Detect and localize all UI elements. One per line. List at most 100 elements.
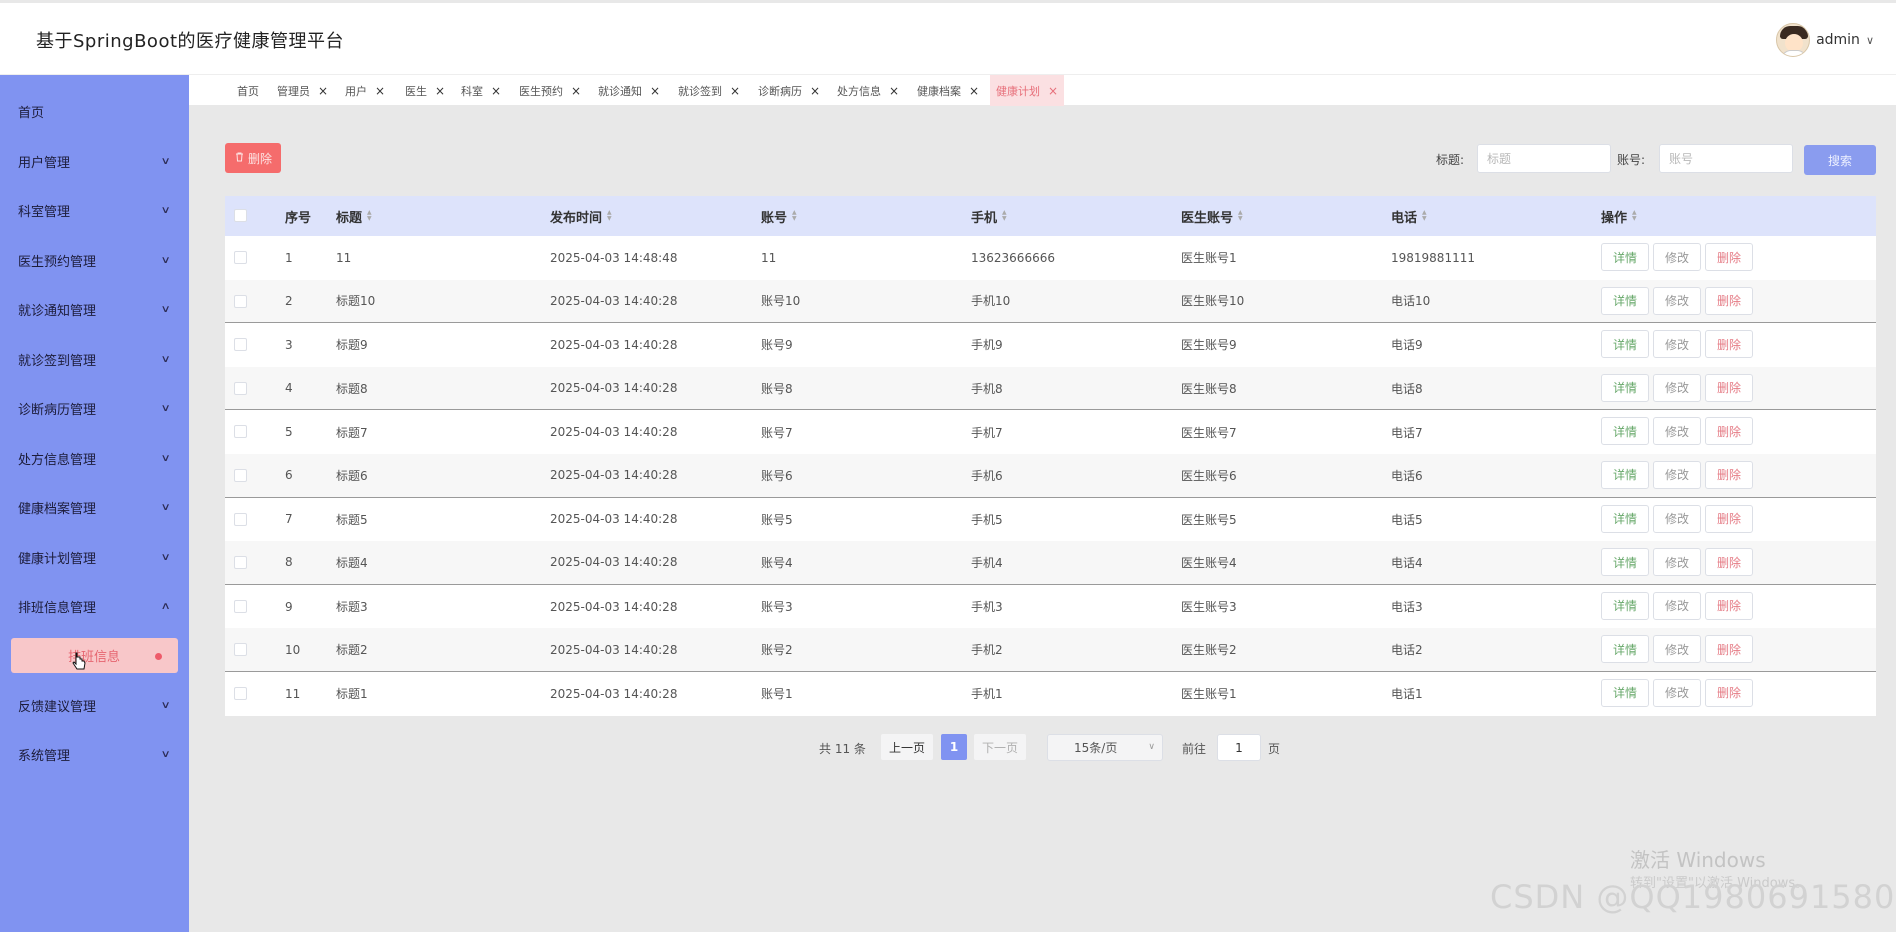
edit-button[interactable]: 修改 [1653, 504, 1701, 533]
column-header-1[interactable]: 标题 ▲ ▼ [336, 196, 372, 236]
sort-icon[interactable]: ▲ ▼ [1632, 210, 1637, 222]
row-checkbox[interactable] [234, 251, 247, 264]
prev-page-button[interactable]: 上一页 [881, 734, 933, 760]
sidebar-item-7[interactable]: 处方信息管理 ∨ [0, 438, 189, 478]
tab-3[interactable]: 医生 × [399, 75, 451, 106]
delete-button[interactable]: 删除 [1705, 548, 1753, 577]
detail-button[interactable]: 详情 [1601, 548, 1649, 577]
page-number-current[interactable]: 1 [941, 734, 967, 760]
row-checkbox[interactable] [234, 556, 247, 570]
sidebar-item-3[interactable]: 医生预约管理 ∨ [0, 240, 189, 280]
delete-button[interactable]: 删除 [1705, 330, 1753, 359]
detail-button[interactable]: 详情 [1601, 635, 1649, 664]
sort-icon[interactable]: ▲ ▼ [1238, 210, 1243, 222]
table-row[interactable]: 10 标题2 2025-04-03 14:40:28 账号2 手机2 医生账号2 电话2 详情… [225, 628, 1876, 672]
search-title-input[interactable] [1477, 144, 1611, 173]
delete-button[interactable]: 删除 [1705, 635, 1753, 664]
table-row[interactable]: 4 标题8 2025-04-03 14:40:28 账号8 手机8 医生账号8 电话8 详情修… [225, 366, 1876, 411]
close-icon[interactable]: × [571, 84, 581, 98]
table-row[interactable]: 6 标题6 2025-04-03 14:40:28 账号6 手机6 医生账号6 电话6 详情修… [225, 453, 1876, 498]
table-row[interactable]: 5 标题7 2025-04-03 14:40:28 账号7 手机7 医生账号7 电话7 详情修… [225, 410, 1876, 454]
user-menu[interactable]: admin ∨ [1776, 23, 1874, 57]
edit-button[interactable]: 修改 [1653, 635, 1701, 664]
close-icon[interactable]: × [730, 84, 740, 98]
edit-button[interactable]: 修改 [1653, 591, 1701, 620]
tab-0[interactable]: 首页 [231, 75, 265, 106]
table-row[interactable]: 7 标题5 2025-04-03 14:40:28 账号5 手机5 医生账号5 电话5 详情修… [225, 497, 1876, 542]
sidebar-item-8[interactable]: 健康档案管理 ∨ [0, 487, 189, 527]
column-header-5[interactable]: 医生账号 ▲ ▼ [1181, 196, 1243, 236]
delete-button[interactable]: 删除 [1705, 417, 1753, 446]
tab-2[interactable]: 用户 × [339, 75, 391, 106]
detail-button[interactable]: 详情 [1601, 243, 1649, 271]
select-all-checkbox[interactable] [234, 209, 247, 222]
edit-button[interactable]: 修改 [1653, 460, 1701, 489]
tab-6[interactable]: 就诊通知 × [592, 75, 666, 106]
sidebar-item-1[interactable]: 用户管理 ∨ [0, 141, 189, 181]
tab-8[interactable]: 诊断病历 × [752, 75, 826, 106]
sidebar-item-6[interactable]: 诊断病历管理 ∨ [0, 388, 189, 428]
sidebar-item-12[interactable]: 系统管理 ∨ [0, 734, 189, 774]
sort-icon[interactable]: ▲ ▼ [367, 210, 372, 222]
edit-button[interactable]: 修改 [1653, 548, 1701, 577]
detail-button[interactable]: 详情 [1601, 504, 1649, 533]
close-icon[interactable]: × [889, 84, 899, 98]
sidebar-item-5[interactable]: 就诊签到管理 ∨ [0, 339, 189, 379]
chevron-down-icon[interactable]: ∨ [1866, 34, 1874, 47]
table-row[interactable]: 9 标题3 2025-04-03 14:40:28 账号3 手机3 医生账号3 电话3 详情修… [225, 584, 1876, 629]
sort-icon[interactable]: ▲ ▼ [1422, 210, 1427, 222]
sidebar-item-2[interactable]: 科室管理 ∨ [0, 190, 189, 230]
row-checkbox[interactable] [234, 381, 247, 395]
sidebar-item-10[interactable]: 排班信息管理 ∧ [0, 586, 189, 626]
sidebar-item-4[interactable]: 就诊通知管理 ∨ [0, 289, 189, 329]
batch-delete-button[interactable]: 删除 [225, 143, 281, 173]
row-checkbox[interactable] [234, 599, 247, 613]
delete-button[interactable]: 删除 [1705, 591, 1753, 620]
column-header-7[interactable]: 操作 ▲ ▼ [1601, 196, 1637, 236]
goto-page-input[interactable] [1217, 734, 1261, 761]
column-header-6[interactable]: 电话 ▲ ▼ [1391, 196, 1427, 236]
close-icon[interactable]: × [969, 84, 979, 98]
row-checkbox[interactable] [234, 643, 247, 657]
edit-button[interactable]: 修改 [1653, 678, 1701, 707]
next-page-button[interactable]: 下一页 [974, 734, 1026, 760]
edit-button[interactable]: 修改 [1653, 243, 1701, 271]
row-checkbox[interactable] [234, 294, 247, 308]
table-row[interactable]: 11 标题1 2025-04-03 14:40:28 账号1 手机1 医生账号1 电话1 详情… [225, 671, 1876, 716]
detail-button[interactable]: 详情 [1601, 678, 1649, 707]
edit-button[interactable]: 修改 [1653, 417, 1701, 446]
close-icon[interactable]: × [650, 84, 660, 98]
delete-button[interactable]: 删除 [1705, 286, 1753, 315]
row-checkbox[interactable] [234, 686, 247, 700]
sidebar-item-9[interactable]: 健康计划管理 ∨ [0, 537, 189, 577]
tab-9[interactable]: 处方信息 × [831, 75, 905, 106]
detail-button[interactable]: 详情 [1601, 286, 1649, 315]
row-checkbox[interactable] [234, 338, 247, 352]
column-header-2[interactable]: 发布时间 ▲ ▼ [550, 196, 612, 236]
search-account-input[interactable] [1659, 144, 1793, 173]
tab-5[interactable]: 医生预约 × [513, 75, 587, 106]
delete-button[interactable]: 删除 [1705, 504, 1753, 533]
page-size-select[interactable]: 15条/页 ∨ [1047, 734, 1163, 761]
edit-button[interactable]: 修改 [1653, 286, 1701, 315]
detail-button[interactable]: 详情 [1601, 417, 1649, 446]
close-icon[interactable]: × [318, 84, 328, 98]
tab-1[interactable]: 管理员 × [271, 75, 334, 106]
avatar[interactable] [1776, 23, 1811, 57]
sort-icon[interactable]: ▲ ▼ [607, 210, 612, 222]
search-button[interactable]: 搜索 [1804, 145, 1876, 175]
tab-11[interactable]: 健康计划 × [990, 75, 1065, 106]
tab-10[interactable]: 健康档案 × [911, 75, 985, 106]
sort-icon[interactable]: ▲ ▼ [792, 210, 797, 222]
delete-button[interactable]: 删除 [1705, 243, 1753, 271]
table-row[interactable]: 1 11 2025-04-03 14:48:48 11 13623666666 医生账号1… [225, 236, 1876, 280]
sidebar-item-11[interactable]: 反馈建议管理 ∨ [0, 685, 189, 725]
delete-button[interactable]: 删除 [1705, 460, 1753, 489]
tab-4[interactable]: 科室 × [455, 75, 507, 106]
close-icon[interactable]: × [435, 84, 445, 98]
row-checkbox[interactable] [234, 512, 247, 526]
detail-button[interactable]: 详情 [1601, 330, 1649, 359]
row-checkbox[interactable] [234, 468, 247, 482]
sidebar-subitem-schedule[interactable]: 排班信息 [11, 638, 178, 673]
close-icon[interactable]: × [375, 84, 385, 98]
